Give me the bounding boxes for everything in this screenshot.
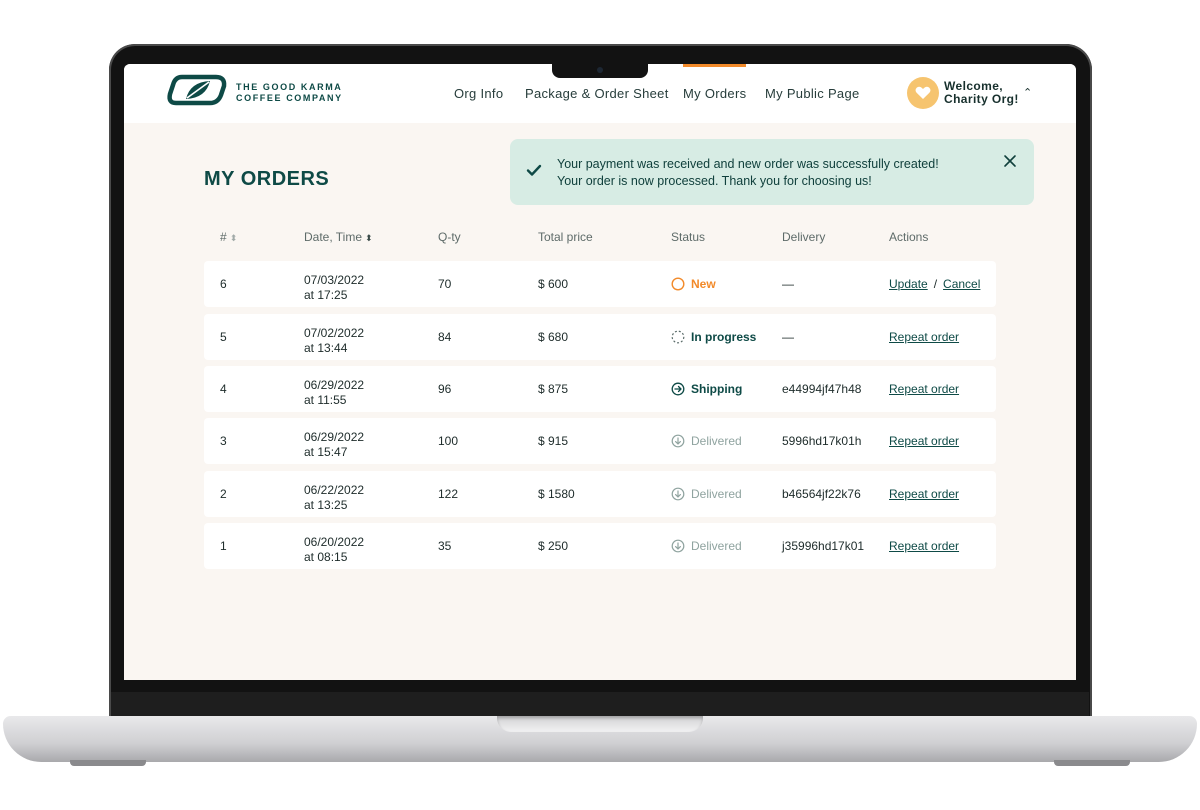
order-number: 5 <box>220 330 227 344</box>
column-delivery: Delivery <box>782 230 826 244</box>
user-greeting[interactable]: Welcome, Charity Org! <box>944 80 1019 106</box>
repeat-order-link[interactable]: Repeat order <box>889 330 959 344</box>
order-date: 06/20/2022 at 08:15 <box>304 535 365 564</box>
status-badge: Delivered <box>671 418 742 464</box>
status-badge: Delivered <box>671 523 742 569</box>
brand-logo-icon[interactable] <box>166 74 228 106</box>
table-row: 4 06/29/2022 at 11:55 96 $ 875 Shipping e… <box>204 366 996 412</box>
close-icon[interactable] <box>1002 153 1018 169</box>
table-row: 6 07/03/2022 at 17:25 70 $ 600 New — Upda… <box>204 261 996 307</box>
row-actions: Update / Cancel <box>889 277 981 291</box>
order-total: $ 250 <box>538 539 569 553</box>
row-actions: Repeat order <box>889 523 959 569</box>
table-row: 5 07/02/2022 at 13:44 84 $ 680 In progres… <box>204 314 996 360</box>
circle-icon <box>671 277 685 291</box>
nav-my-orders[interactable]: My Orders <box>683 64 747 101</box>
order-qty: 84 <box>438 330 452 344</box>
order-qty: 70 <box>438 277 452 291</box>
sort-icon[interactable]: ⬍ <box>230 233 238 243</box>
table-row: 1 06/20/2022 at 08:15 35 $ 250 Delivered … <box>204 523 996 569</box>
order-total: $ 915 <box>538 434 569 448</box>
laptop-foot <box>70 760 146 766</box>
table-row: 2 06/22/2022 at 13:25 122 $ 1580 Delivere… <box>204 471 996 517</box>
laptop-foot <box>1054 760 1130 766</box>
repeat-order-link[interactable]: Repeat order <box>889 539 959 553</box>
checkmark-icon <box>526 164 542 176</box>
order-qty: 122 <box>438 487 459 501</box>
delivery-tracking: e44994jf47h48 <box>782 382 862 396</box>
column-qty: Q-ty <box>438 230 461 244</box>
row-actions: Repeat order <box>889 366 959 412</box>
order-number: 4 <box>220 382 227 396</box>
repeat-order-link[interactable]: Repeat order <box>889 487 959 501</box>
order-date: 06/29/2022 at 11:55 <box>304 378 365 407</box>
order-date: 06/22/2022 at 13:25 <box>304 483 365 512</box>
delivery-tracking: — <box>782 277 794 291</box>
order-number: 1 <box>220 539 227 553</box>
order-number: 3 <box>220 434 227 448</box>
order-number: 2 <box>220 487 227 501</box>
brand-name: THE GOOD KARMA COFFEE COMPANY <box>236 82 343 103</box>
delivery-tracking: j35996hd17k01 <box>782 539 865 553</box>
order-qty: 96 <box>438 382 452 396</box>
nav-org-info[interactable]: Org Info <box>454 86 503 101</box>
success-toast: Your payment was received and new order … <box>510 139 1034 205</box>
camera-icon <box>597 67 603 73</box>
laptop-base-notch <box>497 716 703 732</box>
row-actions: Repeat order <box>889 314 959 360</box>
column-date[interactable]: Date, Time ⬍ <box>304 230 373 244</box>
repeat-order-link[interactable]: Repeat order <box>889 382 959 396</box>
laptop-hinge <box>111 692 1089 718</box>
table-row: 3 06/29/2022 at 15:47 100 $ 915 Delivered… <box>204 418 996 464</box>
order-number: 6 <box>220 277 227 291</box>
camera-notch <box>552 64 648 78</box>
avatar[interactable] <box>907 77 939 109</box>
toast-message: Your payment was received and new order … <box>557 157 939 188</box>
column-total: Total price <box>538 230 593 244</box>
order-date: 07/03/2022 at 17:25 <box>304 273 365 302</box>
row-actions: Repeat order <box>889 471 959 517</box>
arrow-down-circle-icon <box>671 487 685 501</box>
chevron-up-icon[interactable]: ⌃ <box>1023 86 1032 99</box>
repeat-order-link[interactable]: Repeat order <box>889 434 959 448</box>
delivery-tracking: — <box>782 330 794 344</box>
arrow-down-circle-icon <box>671 434 685 448</box>
row-actions: Repeat order <box>889 418 959 464</box>
status-badge: New <box>671 261 716 307</box>
order-qty: 35 <box>438 539 452 553</box>
status-badge: Shipping <box>671 366 742 412</box>
column-actions: Actions <box>889 230 929 244</box>
heart-icon <box>915 86 931 99</box>
order-date: 07/02/2022 at 13:44 <box>304 326 365 355</box>
status-badge: In progress <box>671 314 756 360</box>
column-status: Status <box>671 230 706 244</box>
page-title: MY ORDERS <box>204 168 330 190</box>
column-number[interactable]: # ⬍ <box>220 230 237 244</box>
order-total: $ 600 <box>538 277 569 291</box>
arrow-right-circle-icon <box>671 382 685 396</box>
order-total: $ 680 <box>538 330 569 344</box>
loading-icon <box>671 330 685 344</box>
order-qty: 100 <box>438 434 459 448</box>
cancel-order-link[interactable]: Cancel <box>943 277 980 291</box>
sort-icon[interactable]: ⬍ <box>365 233 373 243</box>
order-total: $ 1580 <box>538 487 575 501</box>
screen: THE GOOD KARMA COFFEE COMPANY Org Info P… <box>124 64 1076 680</box>
delivery-tracking: b46564jf22k76 <box>782 487 861 501</box>
status-badge: Delivered <box>671 471 742 517</box>
table-header: # ⬍ Date, Time ⬍ Q-ty Total price Status D… <box>204 230 996 246</box>
arrow-down-circle-icon <box>671 539 685 553</box>
order-total: $ 875 <box>538 382 569 396</box>
delivery-tracking: 5996hd17k01h <box>782 434 862 448</box>
nav-my-public-page[interactable]: My Public Page <box>765 86 860 101</box>
order-date: 06/29/2022 at 15:47 <box>304 430 365 459</box>
update-order-link[interactable]: Update <box>889 277 928 291</box>
nav-package-order-sheet[interactable]: Package & Order Sheet <box>525 86 669 101</box>
